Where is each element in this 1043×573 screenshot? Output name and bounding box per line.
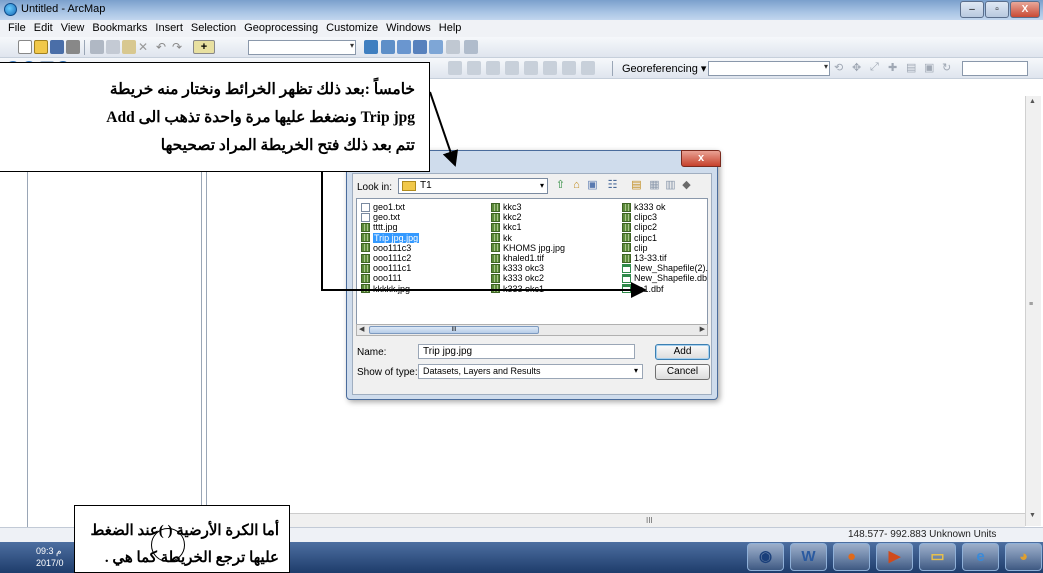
annotation-arrows: [321, 91, 647, 298]
arrow-to-dialog: [429, 91, 459, 167]
arrow-to-selected-file: [321, 172, 647, 298]
